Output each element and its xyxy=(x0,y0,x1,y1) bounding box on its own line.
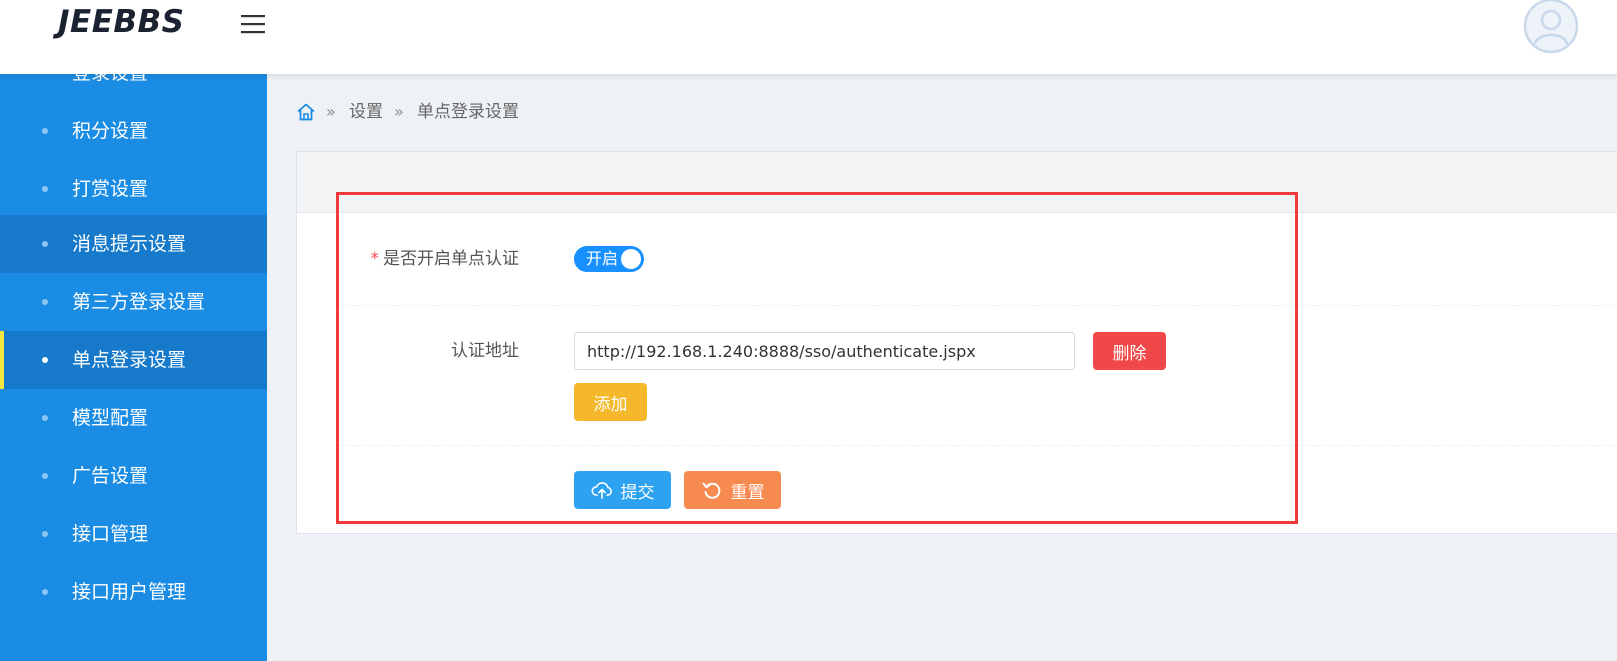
hamburger-menu-icon[interactable] xyxy=(240,12,266,36)
bullet-icon xyxy=(42,128,48,134)
sidebar-item-label: 广告设置 xyxy=(72,465,149,487)
active-indicator xyxy=(0,331,4,389)
home-icon[interactable] xyxy=(296,102,316,122)
sidebar-item-label: 积分设置 xyxy=(72,120,149,142)
top-header: JEEBBS xyxy=(0,0,1617,74)
sidebar-item-label: 登录设置 xyxy=(72,74,148,86)
auth-address-label: 认证地址 xyxy=(451,341,519,361)
breadcrumb-item-current: 单点登录设置 xyxy=(417,102,519,122)
sidebar-nav: 登录设置 积分设置 打赏设置 消息提示设置 第三方登录设置 单点登录设置 模型配… xyxy=(0,74,267,661)
row-divider xyxy=(337,445,1617,446)
reset-label: 重置 xyxy=(730,482,765,503)
sidebar-item-api[interactable]: 接口管理 xyxy=(0,505,267,563)
sidebar-item-third-party-login[interactable]: 第三方登录设置 xyxy=(0,273,267,331)
bullet-icon xyxy=(42,531,48,537)
sso-enable-label-text: 是否开启单点认证 xyxy=(383,249,519,269)
sso-enable-label: * 是否开启单点认证 xyxy=(319,247,520,271)
bullet-icon xyxy=(42,357,48,363)
sidebar-item-message[interactable]: 消息提示设置 xyxy=(0,215,267,273)
breadcrumb-item-settings[interactable]: 设置 xyxy=(349,100,383,124)
sidebar-item-label: 消息提示设置 xyxy=(72,233,187,255)
bullet-icon xyxy=(42,241,48,247)
sidebar-item-points[interactable]: 积分设置 xyxy=(0,102,267,160)
add-address-button[interactable]: 添加 xyxy=(574,383,647,421)
user-avatar-icon[interactable] xyxy=(1523,0,1579,54)
reset-button[interactable]: 重置 xyxy=(684,471,781,509)
sidebar-item-api-users[interactable]: 接口用户管理 xyxy=(0,563,267,621)
sidebar-item-label: 单点登录设置 xyxy=(72,349,187,371)
required-mark: * xyxy=(370,249,380,269)
sidebar-item-label: 第三方登录设置 xyxy=(72,291,206,313)
toggle-knob xyxy=(621,249,641,269)
row-divider xyxy=(337,305,1617,306)
sso-settings-card: *是否开启单点认证 开启 认证地址 删除 添加 提交 重置 xyxy=(296,151,1617,534)
sidebar-item-model[interactable]: 模型配置 xyxy=(0,389,267,447)
sidebar-item-reward[interactable]: 打赏设置 xyxy=(0,160,267,218)
bullet-icon xyxy=(42,473,48,479)
delete-address-button[interactable]: 删除 xyxy=(1093,332,1166,370)
sidebar-item-label: 接口用户管理 xyxy=(72,581,187,603)
bullet-icon xyxy=(42,299,48,305)
cloud-upload-icon xyxy=(590,479,613,501)
bullet-icon xyxy=(42,415,48,421)
submit-button[interactable]: 提交 xyxy=(574,471,671,509)
submit-label: 提交 xyxy=(620,482,655,503)
sidebar-item-label: 模型配置 xyxy=(72,407,149,429)
breadcrumb-separator: » xyxy=(394,102,404,121)
bullet-icon xyxy=(42,186,48,192)
sidebar-item-label: 接口管理 xyxy=(72,523,149,545)
refresh-icon xyxy=(701,479,723,501)
sidebar-item-label: 打赏设置 xyxy=(72,178,149,200)
breadcrumb-separator: » xyxy=(326,102,336,121)
card-header xyxy=(297,152,1617,213)
sso-enable-toggle[interactable]: 开启 xyxy=(574,246,644,272)
bullet-icon xyxy=(42,589,48,595)
auth-address-input[interactable] xyxy=(574,332,1075,370)
sidebar-item-ads[interactable]: 广告设置 xyxy=(0,447,267,505)
toggle-text: 开启 xyxy=(586,249,619,268)
sidebar-item-login-settings[interactable]: 登录设置 xyxy=(0,74,267,102)
sidebar-item-sso[interactable]: 单点登录设置 xyxy=(0,331,267,389)
app-logo[interactable]: JEEBBS xyxy=(58,4,184,40)
